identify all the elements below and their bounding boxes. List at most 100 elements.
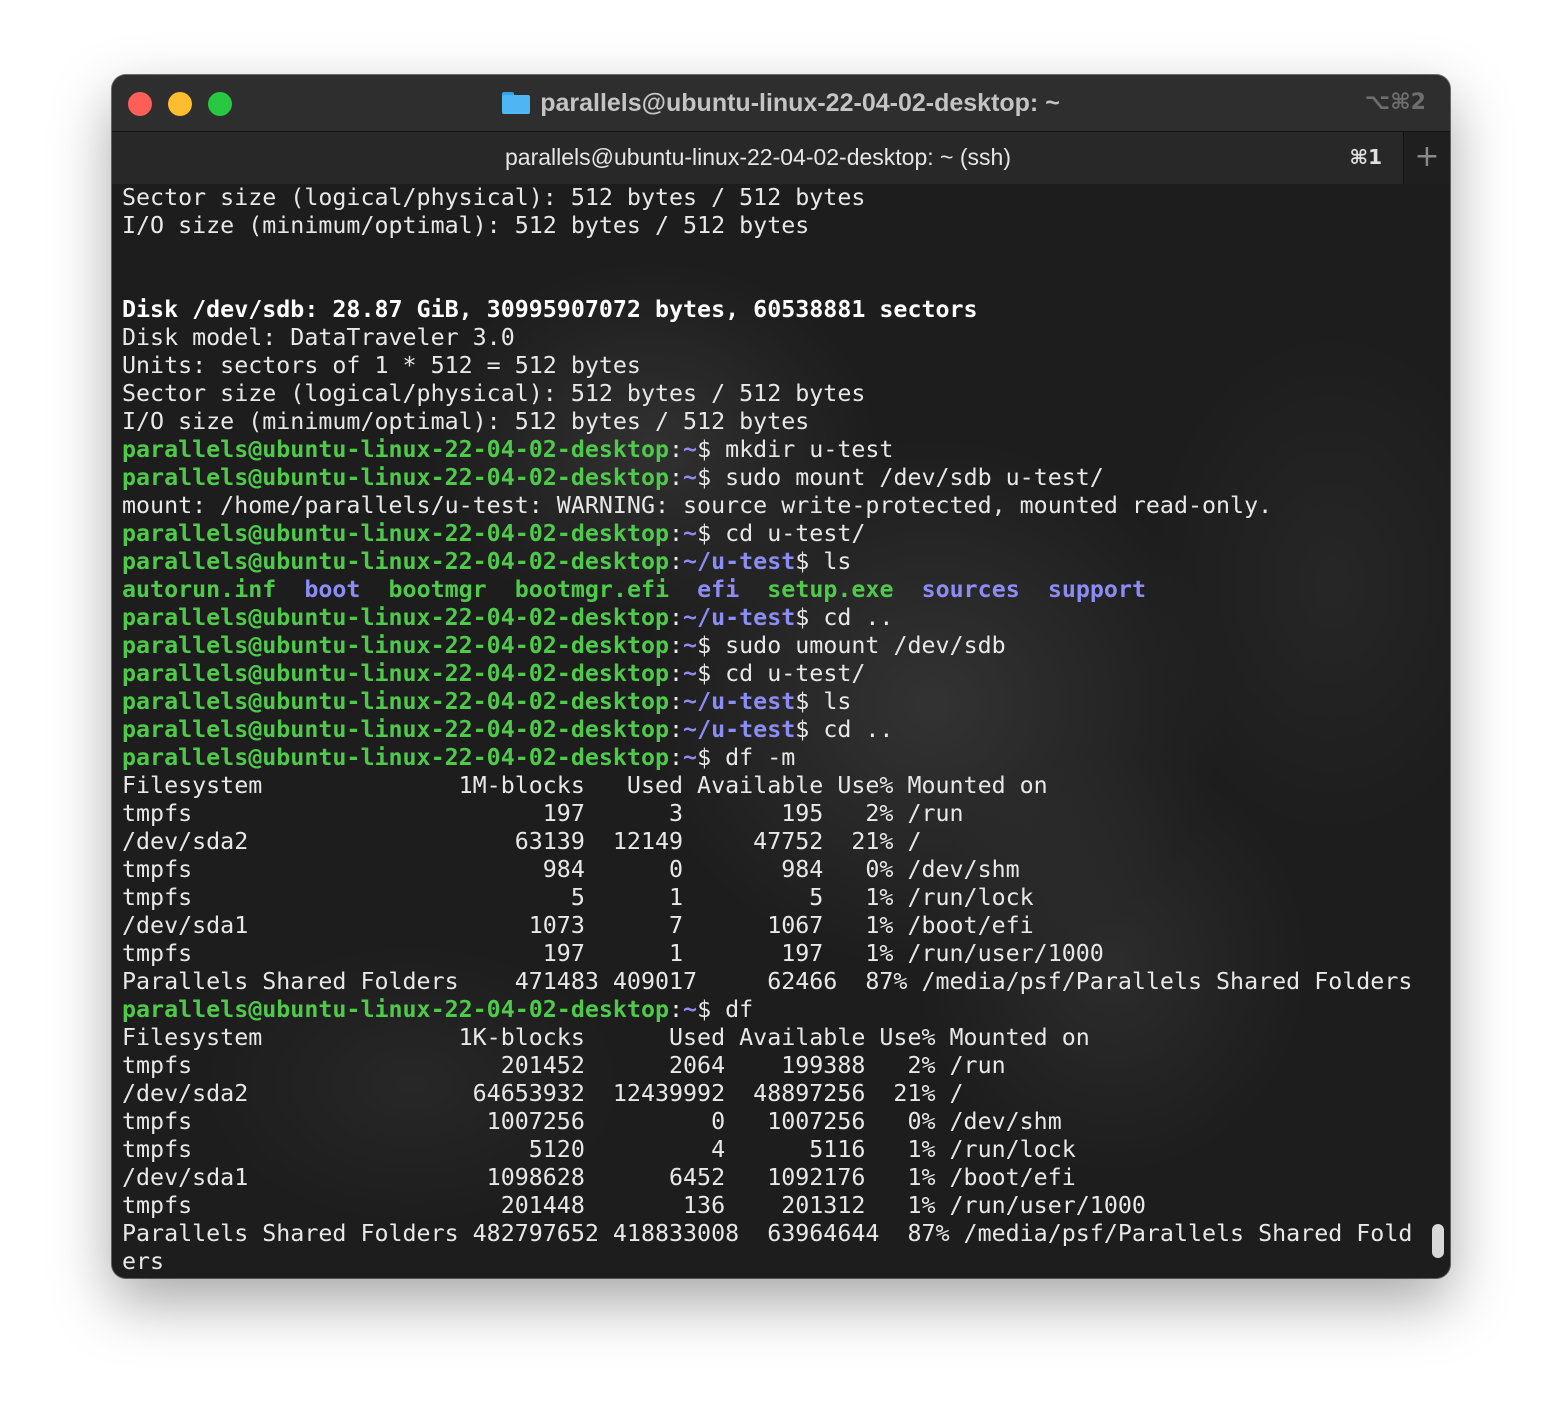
window-title-text: parallels@ubuntu-linux-22-04-02-desktop:… xyxy=(540,89,1060,117)
prompt-symbol: $ xyxy=(697,464,712,491)
prompt-symbol: $ xyxy=(697,436,712,463)
command-text: df -m xyxy=(711,744,796,771)
prompt-symbol: $ xyxy=(795,716,810,743)
prompt-path: ~/u-test xyxy=(683,688,796,715)
prompt-user-host: parallels@ubuntu-linux-22-04-02-desktop xyxy=(122,604,670,631)
output-line: /dev/sda2 64653932 12439992 48897256 21%… xyxy=(122,1080,1412,1108)
prompt-line: parallels@ubuntu-linux-22-04-02-desktop:… xyxy=(122,632,1412,660)
prompt-path: ~ xyxy=(683,744,698,771)
output-text: I/O size (minimum/optimal): 512 bytes / … xyxy=(122,212,810,239)
prompt-colon: : xyxy=(669,744,684,771)
terminal-output: Sector size (logical/physical): 512 byte… xyxy=(122,184,1412,1276)
output-text: Parallels Shared Folders 482797652 41883… xyxy=(122,1220,1413,1247)
output-text: /dev/sda2 64653932 12439992 48897256 21%… xyxy=(122,1080,964,1107)
output-text: Disk model: DataTraveler 3.0 xyxy=(122,324,515,351)
prompt-line: parallels@ubuntu-linux-22-04-02-desktop:… xyxy=(122,604,1412,632)
command-text: ls xyxy=(809,548,852,575)
command-text: df xyxy=(711,996,754,1023)
prompt-user-host: parallels@ubuntu-linux-22-04-02-desktop xyxy=(122,660,670,687)
output-text: Sector size (logical/physical): 512 byte… xyxy=(122,380,866,407)
window-shortcut-label: ⌥⌘2 xyxy=(1364,90,1426,115)
output-line: Parallels Shared Folders 471483 409017 6… xyxy=(122,968,1412,996)
command-text: cd u-test/ xyxy=(711,660,866,687)
output-text: tmpfs 1007256 0 1007256 0% /dev/shm xyxy=(122,1108,1062,1135)
prompt-symbol: $ xyxy=(795,688,810,715)
terminal-window: parallels@ubuntu-linux-22-04-02-desktop:… xyxy=(112,75,1450,1278)
output-line: ers xyxy=(122,1248,1412,1276)
tab-bar: parallels@ubuntu-linux-22-04-02-desktop:… xyxy=(112,131,1450,185)
prompt-path: ~/u-test xyxy=(683,604,796,631)
prompt-line: parallels@ubuntu-linux-22-04-02-desktop:… xyxy=(122,436,1412,464)
output-line: /dev/sda1 1098628 6452 1092176 1% /boot/… xyxy=(122,1164,1412,1192)
prompt-symbol: $ xyxy=(697,660,712,687)
prompt-line: parallels@ubuntu-linux-22-04-02-desktop:… xyxy=(122,520,1412,548)
command-text: cd u-test/ xyxy=(711,520,866,547)
output-text: ers xyxy=(122,1248,165,1275)
output-line: I/O size (minimum/optimal): 512 bytes / … xyxy=(122,408,1412,436)
output-text: Parallels Shared Folders 471483 409017 6… xyxy=(122,968,1413,995)
prompt-colon: : xyxy=(669,520,684,547)
output-line: Parallels Shared Folders 482797652 41883… xyxy=(122,1220,1412,1248)
prompt-line: parallels@ubuntu-linux-22-04-02-desktop:… xyxy=(122,716,1412,744)
output-text: /dev/sda1 1073 7 1067 1% /boot/efi xyxy=(122,912,1034,939)
output-line: Filesystem 1M-blocks Used Available Use%… xyxy=(122,772,1412,800)
prompt-colon: : xyxy=(669,436,684,463)
prompt-symbol: $ xyxy=(697,996,712,1023)
output-text: tmpfs 201448 136 201312 1% /run/user/100… xyxy=(122,1192,1146,1219)
prompt-symbol: $ xyxy=(795,604,810,631)
output-text: Filesystem 1K-blocks Used Available Use%… xyxy=(122,1024,1090,1051)
prompt-line: parallels@ubuntu-linux-22-04-02-desktop:… xyxy=(122,744,1412,772)
output-text: I/O size (minimum/optimal): 512 bytes / … xyxy=(122,408,810,435)
output-line: tmpfs 984 0 984 0% /dev/shm xyxy=(122,856,1412,884)
folder-icon xyxy=(502,92,531,114)
output-line: tmpfs 197 1 197 1% /run/user/1000 xyxy=(122,940,1412,968)
prompt-path: ~/u-test xyxy=(683,716,796,743)
output-text: tmpfs 5 1 5 1% /run/lock xyxy=(122,884,1034,911)
prompt-path: ~ xyxy=(683,660,698,687)
window-title: parallels@ubuntu-linux-22-04-02-desktop:… xyxy=(112,87,1450,119)
command-text: cd .. xyxy=(809,604,894,631)
prompt-symbol: $ xyxy=(697,632,712,659)
prompt-path: ~/u-test xyxy=(683,548,796,575)
terminal-view[interactable]: Sector size (logical/physical): 512 byte… xyxy=(112,184,1450,1278)
title-bar[interactable]: parallels@ubuntu-linux-22-04-02-desktop:… xyxy=(112,75,1450,131)
output-text: /dev/sda2 63139 12149 47752 21% / xyxy=(122,828,922,855)
scrollbar-thumb[interactable] xyxy=(1432,1224,1444,1258)
tab-shortcut-label: ⌘1 xyxy=(1349,145,1382,169)
output-line: tmpfs 5 1 5 1% /run/lock xyxy=(122,884,1412,912)
prompt-line: parallels@ubuntu-linux-22-04-02-desktop:… xyxy=(122,996,1412,1024)
prompt-line: parallels@ubuntu-linux-22-04-02-desktop:… xyxy=(122,548,1412,576)
prompt-user-host: parallels@ubuntu-linux-22-04-02-desktop xyxy=(122,464,670,491)
prompt-line: parallels@ubuntu-linux-22-04-02-desktop:… xyxy=(122,688,1412,716)
prompt-user-host: parallels@ubuntu-linux-22-04-02-desktop xyxy=(122,744,670,771)
tab-ssh[interactable]: parallels@ubuntu-linux-22-04-02-desktop:… xyxy=(112,132,1404,184)
new-tab-button[interactable]: + xyxy=(1403,132,1450,184)
prompt-colon: : xyxy=(669,688,684,715)
prompt-user-host: parallels@ubuntu-linux-22-04-02-desktop xyxy=(122,436,670,463)
directory-entry: sources xyxy=(921,576,1020,603)
output-line: Disk model: DataTraveler 3.0 xyxy=(122,324,1412,352)
prompt-path: ~ xyxy=(683,520,698,547)
disk-header-line: Disk /dev/sdb: 28.87 GiB, 30995907072 by… xyxy=(122,296,1412,324)
file-entry: autorun.inf xyxy=(122,576,277,603)
command-text: mkdir u-test xyxy=(711,436,894,463)
prompt-symbol: $ xyxy=(697,520,712,547)
prompt-user-host: parallels@ubuntu-linux-22-04-02-desktop xyxy=(122,716,670,743)
ls-output-line: autorun.inf boot bootmgr bootmgr.efi efi… xyxy=(122,576,1412,604)
prompt-colon: : xyxy=(669,996,684,1023)
output-text: Disk /dev/sdb: 28.87 GiB, 30995907072 by… xyxy=(122,296,978,323)
output-text: tmpfs 5120 4 5116 1% /run/lock xyxy=(122,1136,1076,1163)
prompt-user-host: parallels@ubuntu-linux-22-04-02-desktop xyxy=(122,520,670,547)
command-text: sudo umount /dev/sdb xyxy=(711,632,1006,659)
prompt-user-host: parallels@ubuntu-linux-22-04-02-desktop xyxy=(122,688,670,715)
tab-label: parallels@ubuntu-linux-22-04-02-desktop:… xyxy=(505,144,1011,170)
output-text: tmpfs 984 0 984 0% /dev/shm xyxy=(122,856,1020,883)
output-line: tmpfs 201452 2064 199388 2% /run xyxy=(122,1052,1412,1080)
output-line: Sector size (logical/physical): 512 byte… xyxy=(122,380,1412,408)
output-text: /dev/sda1 1098628 6452 1092176 1% /boot/… xyxy=(122,1164,1076,1191)
prompt-symbol: $ xyxy=(697,744,712,771)
prompt-user-host: parallels@ubuntu-linux-22-04-02-desktop xyxy=(122,996,670,1023)
prompt-user-host: parallels@ubuntu-linux-22-04-02-desktop xyxy=(122,548,670,575)
